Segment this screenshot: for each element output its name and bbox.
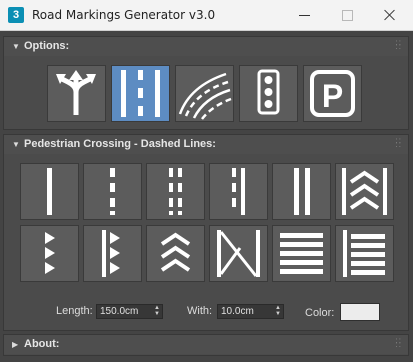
- zebra-stripes-icon: [280, 233, 323, 274]
- length-value: 150.0cm: [100, 306, 139, 317]
- grip-icon[interactable]: ::::: [396, 39, 402, 51]
- line-triangles-button[interactable]: [83, 225, 142, 282]
- options-rollout-header[interactable]: ▼ Options: ::::: [4, 37, 408, 56]
- line-triangles-icon: [102, 230, 120, 277]
- title-bar: 3 Road Markings Generator v3.0: [0, 0, 413, 31]
- triangles-icon: [45, 232, 55, 274]
- options-rollout: ▼ Options: :::: P: [3, 36, 409, 130]
- curved-lines-icon: [178, 72, 232, 120]
- about-rollout-header[interactable]: ▶ About: ::::: [4, 335, 408, 354]
- solid-dashed-button[interactable]: [209, 163, 268, 220]
- about-title: About:: [24, 338, 60, 350]
- chevron-lane-icon: [342, 168, 387, 215]
- spinner-arrows-icon[interactable]: ▲ ▼: [275, 305, 281, 317]
- chevron-lane-button[interactable]: [335, 163, 394, 220]
- dashed-line-icon: [110, 168, 115, 215]
- dashed-lane-icon: [121, 70, 160, 117]
- window-title: Road Markings Generator v3.0: [32, 8, 216, 22]
- double-dashed-icon: [169, 168, 182, 215]
- dashed-lane-button[interactable]: [111, 65, 170, 122]
- options-title: Options:: [24, 40, 70, 52]
- bordered-stripes-button[interactable]: [335, 225, 394, 282]
- pedestrian-rollout: ▼ Pedestrian Crossing - Dashed Lines: ::…: [3, 134, 409, 331]
- width-label: With:: [187, 305, 213, 317]
- z-crossing-button[interactable]: [209, 225, 268, 282]
- bordered-stripes-icon: [343, 230, 385, 277]
- grip-icon[interactable]: ::::: [396, 337, 402, 349]
- close-button[interactable]: [384, 9, 396, 21]
- zebra-stripes-button[interactable]: [272, 225, 331, 282]
- maximize-button[interactable]: [342, 10, 353, 21]
- pedestrian-rollout-header[interactable]: ▼ Pedestrian Crossing - Dashed Lines: ::…: [4, 135, 408, 154]
- intersection-arrows-button[interactable]: [47, 65, 106, 122]
- chevrons-icon: [160, 232, 191, 272]
- width-value: 10.0cm: [221, 306, 254, 317]
- collapse-arrow-icon: ▼: [12, 140, 20, 149]
- traffic-light-button[interactable]: [239, 65, 298, 122]
- minimize-button[interactable]: [299, 9, 311, 21]
- double-solid-button[interactable]: [272, 163, 331, 220]
- expand-arrow-icon: ▶: [12, 340, 19, 349]
- double-solid-icon: [294, 168, 310, 215]
- svg-text:P: P: [322, 78, 343, 114]
- color-swatch[interactable]: [340, 303, 380, 321]
- intersection-arrows-icon: [56, 70, 96, 115]
- traffic-light-icon: [257, 69, 280, 115]
- spinner-arrows-icon[interactable]: ▲ ▼: [154, 305, 160, 317]
- chevrons-button[interactable]: [146, 225, 205, 282]
- width-spinner[interactable]: 10.0cm ▲ ▼: [217, 304, 284, 319]
- single-line-button[interactable]: [20, 163, 79, 220]
- parking-icon: P: [310, 70, 355, 117]
- about-rollout: ▶ About: ::::: [3, 334, 409, 356]
- dashed-line-button[interactable]: [83, 163, 142, 220]
- collapse-arrow-icon: ▼: [12, 42, 20, 51]
- single-line-icon: [47, 168, 52, 215]
- double-dashed-button[interactable]: [146, 163, 205, 220]
- z-crossing-icon: [217, 230, 260, 277]
- solid-dashed-icon: [232, 168, 245, 215]
- grip-icon[interactable]: ::::: [396, 137, 402, 149]
- triangles-button[interactable]: [20, 225, 79, 282]
- app-icon: 3: [8, 7, 24, 23]
- curved-lines-button[interactable]: [175, 65, 234, 122]
- color-label: Color:: [305, 307, 335, 319]
- length-label: Length:: [56, 305, 93, 317]
- parking-button[interactable]: P: [303, 65, 362, 122]
- length-spinner[interactable]: 150.0cm ▲ ▼: [96, 304, 163, 319]
- pedestrian-title: Pedestrian Crossing - Dashed Lines:: [24, 138, 216, 150]
